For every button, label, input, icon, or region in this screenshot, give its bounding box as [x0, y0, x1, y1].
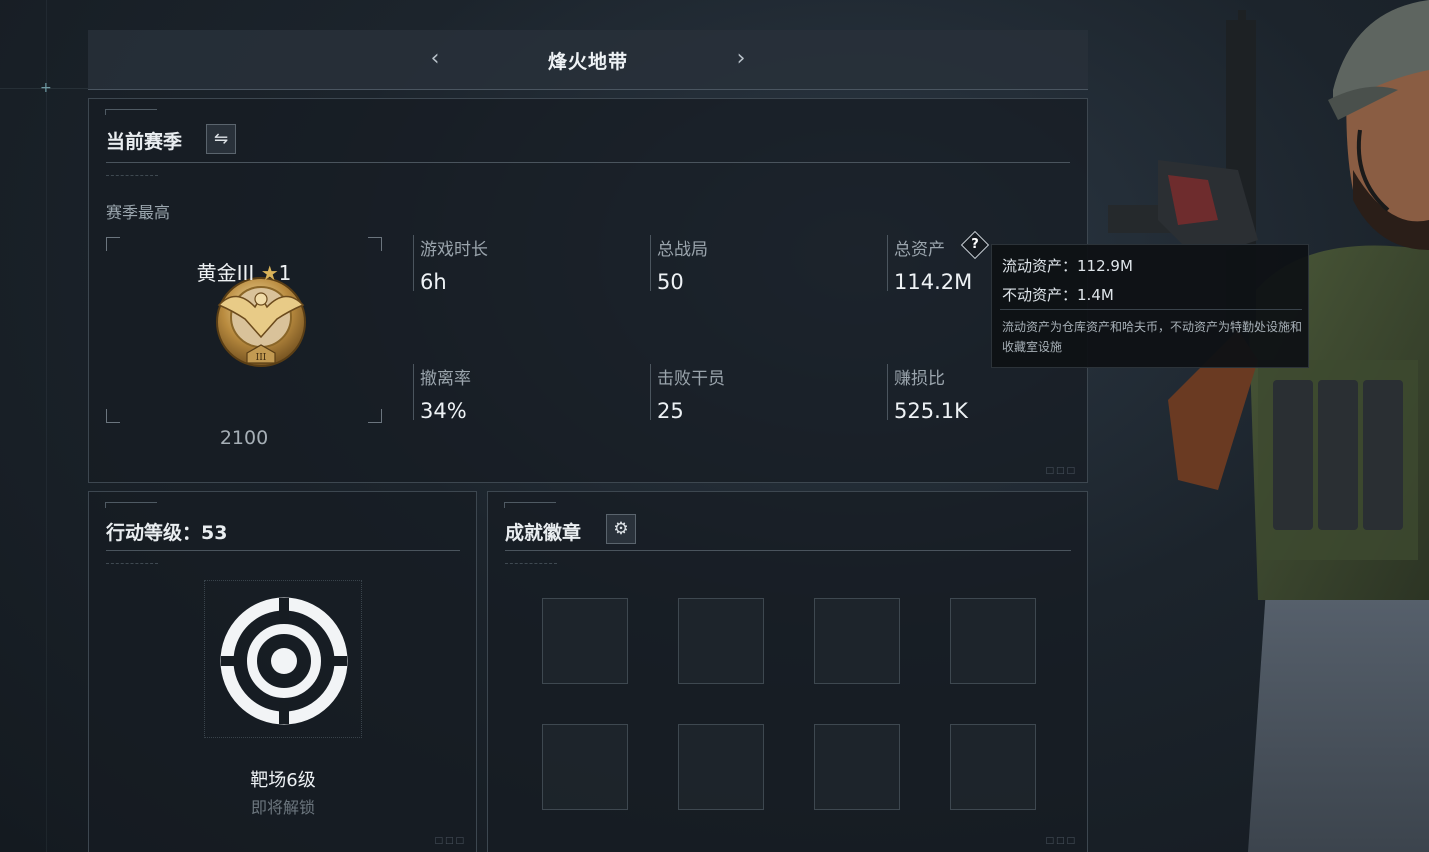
fixed-assets-line: 不动资产：1.4M — [1002, 284, 1114, 305]
chevron-right-icon[interactable]: › — [728, 46, 754, 74]
season-highest-label: 赛季最高 — [106, 203, 171, 222]
divider — [106, 550, 460, 551]
star-icon: ★ — [260, 261, 279, 285]
operator-character-image — [1108, 0, 1429, 852]
stat-label: 击败干员 — [657, 369, 725, 389]
stat-operators-defeated: 击败干员 25 — [650, 364, 725, 423]
panel-tag-decoration — [105, 109, 157, 115]
panel-tag-decoration — [504, 502, 556, 508]
assets-explanation: 流动资产为仓库资产和哈夫币，不动资产为特勤处设施和收藏室设施 — [1002, 320, 1303, 354]
assets-tooltip: 流动资产：112.9M 不动资产：1.4M 流动资产为仓库资产和哈夫币，不动资产… — [991, 244, 1309, 368]
badge-slot[interactable] — [542, 598, 628, 684]
badge-slot[interactable] — [678, 598, 764, 684]
gear-icon[interactable]: ⚙ — [606, 514, 636, 544]
divider — [1000, 309, 1302, 310]
divider — [505, 550, 1071, 551]
achievement-badges-panel: 成就徽章 ⚙ □□□ — [487, 491, 1088, 852]
stat-label: 撤离率 — [420, 369, 471, 389]
svg-text:III: III — [256, 353, 267, 363]
target-range-icon[interactable] — [219, 596, 349, 726]
rank-name: 黄金III ★1 — [89, 257, 399, 286]
badge-slot[interactable] — [950, 598, 1036, 684]
divider — [106, 162, 1070, 163]
rank-score: 2100 — [219, 427, 269, 449]
rank-tier-text: 黄金III — [196, 261, 255, 285]
level-unlock-status: 即将解锁 — [250, 798, 315, 817]
badge-slot[interactable] — [814, 598, 900, 684]
crosshair-decoration-icon: + — [40, 80, 52, 96]
stat-label: 游戏时长 — [420, 240, 488, 260]
level-unlock-name: 靶场6级 — [250, 770, 316, 791]
badge-slot[interactable] — [678, 724, 764, 810]
fixed-assets-value: 1.4M — [1077, 286, 1114, 304]
fixed-assets-label: 不动资产： — [1002, 286, 1078, 304]
stat-label: 总战局 — [657, 240, 708, 260]
liquid-assets-line: 流动资产：112.9M — [1002, 255, 1133, 276]
level-value: 53 — [201, 522, 228, 544]
stat-value: 525.1K — [894, 399, 968, 423]
season-title: 当前赛季 — [106, 131, 183, 153]
level-title: 行动等级：53 — [106, 518, 227, 545]
liquid-assets-value: 112.9M — [1077, 257, 1133, 275]
liquid-assets-label: 流动资产： — [1002, 257, 1078, 275]
decorative-grid-line — [46, 0, 47, 852]
stat-value: 50 — [657, 270, 684, 294]
stat-value: 34% — [420, 399, 467, 423]
stat-label: 总资产 — [894, 240, 945, 260]
season-panel: 当前赛季 ⇋ 赛季最高 III 黄金III ★1 2100 游戏时长 6h 总战… — [88, 98, 1088, 483]
rank-star-count: 1 — [278, 261, 292, 285]
stat-label: 赚损比 — [894, 369, 945, 389]
operation-level-panel: 行动等级：53 靶场6级 即将解锁 □□□ — [88, 491, 477, 852]
mode-selector-bar: ‹ 烽火地带 › — [88, 30, 1088, 90]
stat-total-matches: 总战局 50 — [650, 235, 708, 294]
stat-extraction-rate: 撤离率 34% — [413, 364, 471, 423]
level-title-label: 行动等级： — [106, 522, 202, 544]
badge-slot[interactable] — [542, 724, 628, 810]
badge-slot[interactable] — [950, 724, 1036, 810]
divider-decoration — [106, 175, 158, 178]
panel-corner-decoration: □□□ — [1045, 466, 1077, 476]
stat-value: 114.2M — [894, 270, 973, 294]
panel-tag-decoration — [105, 502, 157, 508]
panel-corner-decoration: □□□ — [1045, 836, 1077, 846]
swap-arrows-icon[interactable]: ⇋ — [206, 124, 236, 154]
divider-decoration — [106, 563, 158, 566]
panel-corner-decoration: □□□ — [434, 836, 466, 846]
chevron-left-icon[interactable]: ‹ — [422, 46, 448, 74]
divider-decoration — [505, 563, 557, 566]
stat-value: 25 — [657, 399, 684, 423]
badge-slot[interactable] — [814, 724, 900, 810]
stat-value: 6h — [420, 270, 447, 294]
achievements-title: 成就徽章 — [505, 522, 582, 544]
mode-title: 烽火地带 — [547, 51, 628, 73]
stat-play-time: 游戏时长 6h — [413, 235, 488, 294]
stat-total-assets: 总资产 114.2M — [887, 235, 973, 294]
stat-profit-ratio: 赚损比 525.1K — [887, 364, 968, 423]
